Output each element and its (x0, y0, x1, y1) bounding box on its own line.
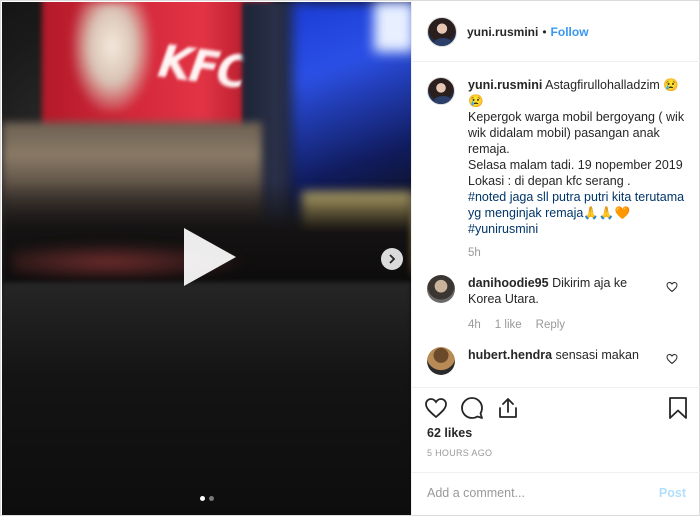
comment-username[interactable]: danihoodie95 (468, 276, 549, 290)
chevron-right-icon (389, 254, 396, 264)
comment-avatar[interactable] (427, 275, 455, 303)
comment-age: 4h (468, 319, 481, 331)
comment-username[interactable]: hubert.hendra (468, 348, 552, 362)
comment-body: sensasi makan (555, 348, 639, 362)
caption-line-5[interactable]: #noted jaga sll putra putri kita terutam… (468, 190, 684, 220)
like-heart-icon[interactable] (424, 396, 448, 420)
caption: yuni.rusmini Astagfirullohalladzim 😢😢 Ke… (427, 77, 686, 261)
likes-count[interactable]: 62 likes (427, 426, 472, 440)
caption-text: yuni.rusmini Astagfirullohalladzim 😢😢 Ke… (468, 77, 686, 261)
car-dashboard (2, 282, 411, 515)
post-timestamp: 5 HOURS AGO (427, 448, 493, 458)
post-actions: 62 likes 5 HOURS AGO Post (412, 387, 700, 512)
comment-text: hubert.hendra sensasi makan (468, 347, 658, 375)
post-dialog: KFC yuni.rusmini • Follow yuni.rusmini A… (0, 0, 700, 516)
carousel-next-button[interactable] (381, 248, 403, 270)
header-separator: • (542, 24, 547, 39)
follow-button[interactable]: Follow (551, 25, 589, 39)
caption-line-3: Selasa malam tadi. 19 nopember 2019 (468, 158, 683, 172)
avatar[interactable] (427, 16, 457, 47)
carousel-indicator (200, 496, 214, 501)
post-button[interactable]: Post (659, 486, 686, 500)
white-light (374, 2, 411, 52)
bookmark-icon[interactable] (667, 396, 689, 420)
carousel-dot (209, 496, 214, 501)
carousel-dot-active (200, 496, 205, 501)
heart-icon[interactable] (666, 353, 678, 365)
caption-avatar[interactable] (427, 77, 455, 105)
comments-list[interactable]: yuni.rusmini Astagfirullohalladzim 😢😢 Ke… (412, 63, 700, 387)
caption-hashtag[interactable]: #yunirusmini (468, 222, 538, 236)
caption-line-4: Lokasi : di depan kfc serang . (468, 174, 631, 188)
list-item: hubert.hendra sensasi makan (427, 347, 686, 375)
heart-icon[interactable] (666, 281, 678, 293)
play-icon[interactable] (184, 228, 236, 286)
side-panel: yuni.rusmini • Follow yuni.rusmini Astag… (411, 2, 700, 516)
comment-likes-link[interactable]: 1 like (495, 317, 522, 333)
caption-age: 5h (468, 247, 481, 259)
caption-line-2: Kepergok warga mobil bergoyang ( wik wik… (468, 110, 685, 156)
comment-bubble-icon[interactable] (460, 396, 484, 420)
caption-username[interactable]: yuni.rusmini (468, 78, 542, 92)
header-username[interactable]: yuni.rusmini (467, 25, 538, 39)
comment-avatar[interactable] (427, 347, 455, 375)
post-header: yuni.rusmini • Follow (412, 2, 700, 62)
list-item: danihoodie95 Dikirim aja ke Korea Utara.… (427, 275, 686, 333)
action-icons (424, 396, 520, 420)
add-comment-bar: Post (412, 472, 700, 512)
reply-button[interactable]: Reply (536, 317, 565, 333)
post-video[interactable]: KFC (2, 2, 411, 515)
share-icon[interactable] (496, 396, 520, 420)
comment-meta: 4h 1 like Reply (468, 317, 658, 333)
comment-input[interactable] (427, 485, 659, 500)
comment-text: danihoodie95 Dikirim aja ke Korea Utara.… (468, 275, 658, 333)
kfc-logo-face (72, 2, 152, 112)
